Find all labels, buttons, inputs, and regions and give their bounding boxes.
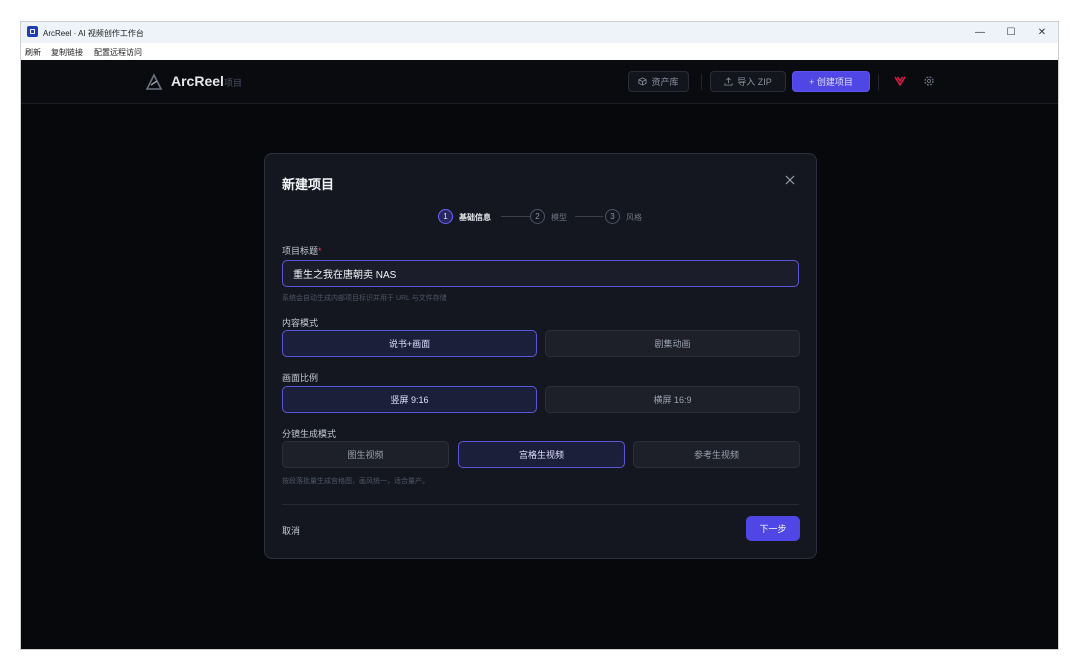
- import-zip-button[interactable]: 导入 ZIP: [710, 71, 786, 92]
- project-title-label: 项目标题*: [282, 246, 322, 256]
- step-connector: [575, 216, 603, 217]
- required-mark: *: [318, 246, 322, 256]
- menu-item-remote-access[interactable]: 配置远程访问: [94, 47, 142, 58]
- close-icon[interactable]: [784, 174, 796, 186]
- dialog-title: 新建项目: [282, 177, 335, 192]
- footer-divider: [282, 504, 799, 505]
- app-logo-icon: [27, 26, 38, 37]
- app-header: ArcReel 项目 资产库 导入 ZIP + 创建项目: [21, 60, 1058, 104]
- create-project-label: + 创建项目: [809, 77, 853, 87]
- new-project-dialog: 新建项目 1 基础信息 2 模型 3 风格 项目标题* 重生之我在唐朝卖 NAS…: [264, 153, 817, 559]
- project-title-input[interactable]: 重生之我在唐朝卖 NAS: [282, 260, 799, 287]
- storyboard-mode-label: 分镜生成模式: [282, 429, 337, 439]
- brand-subtitle: 项目: [224, 78, 243, 88]
- toolbar-divider: [878, 74, 879, 90]
- cube-icon: [638, 77, 647, 86]
- content-mode-label: 内容模式: [282, 318, 319, 328]
- menu-item-copy-link[interactable]: 复制链接: [51, 47, 83, 58]
- minimize-button[interactable]: —: [964, 22, 996, 43]
- step-3-label: 风格: [626, 213, 642, 222]
- step-1-label: 基础信息: [459, 213, 491, 222]
- toolbar-divider: [701, 74, 702, 90]
- step-3-number: 3: [605, 209, 620, 224]
- project-title-hint: 系统会自动生成内部项目标识并用于 URL 与文件存储: [282, 295, 447, 302]
- logo-mark-icon[interactable]: [893, 74, 907, 88]
- menubar: 刷新 复制链接 配置远程访问: [21, 43, 1058, 60]
- aspect-ratio-label: 画面比例: [282, 373, 319, 383]
- aspect-ratio-option-portrait[interactable]: 竖屏 9:16: [282, 386, 537, 413]
- content-mode-option-series[interactable]: 剧集动画: [545, 330, 800, 357]
- next-button[interactable]: 下一步: [746, 516, 800, 541]
- close-window-button[interactable]: ✕: [1026, 22, 1058, 43]
- create-project-button[interactable]: + 创建项目: [792, 71, 870, 92]
- storyboard-mode-hint: 按段落批量生成宫格图，画风统一，适合量产。: [282, 478, 429, 485]
- maximize-button[interactable]: ☐: [995, 22, 1027, 43]
- menu-item-refresh[interactable]: 刷新: [25, 47, 41, 58]
- asset-library-button[interactable]: 资产库: [628, 71, 689, 92]
- storyboard-option-image-to-video[interactable]: 图生视频: [282, 441, 449, 468]
- content-mode-option-narration[interactable]: 说书+画面: [282, 330, 537, 357]
- app-root: ArcReel 项目 资产库 导入 ZIP + 创建项目 新建项目 1 基础信息…: [21, 60, 1058, 649]
- stepper: 1 基础信息 2 模型 3 风格: [265, 209, 816, 227]
- asset-library-label: 资产库: [651, 77, 679, 87]
- aspect-ratio-option-landscape[interactable]: 横屏 16:9: [545, 386, 800, 413]
- step-1-number: 1: [438, 209, 453, 224]
- storyboard-option-reference-to-video[interactable]: 参考生视频: [633, 441, 800, 468]
- step-connector: [501, 216, 531, 217]
- gear-icon[interactable]: [922, 74, 936, 88]
- window-title: ArcReel · AI 视频创作工作台: [43, 29, 144, 38]
- upload-icon: [724, 77, 733, 86]
- arcreel-logo-icon: [145, 73, 163, 90]
- step-2-label: 模型: [551, 213, 567, 222]
- cancel-button[interactable]: 取消: [282, 524, 300, 537]
- import-zip-label: 导入 ZIP: [737, 77, 772, 87]
- step-2-number: 2: [530, 209, 545, 224]
- window-titlebar[interactable]: ArcReel · AI 视频创作工作台 — ☐ ✕: [21, 22, 1058, 43]
- storyboard-option-grid-to-video[interactable]: 宫格生视频: [458, 441, 625, 468]
- app-window: ArcReel · AI 视频创作工作台 — ☐ ✕ 刷新 复制链接 配置远程访…: [20, 21, 1059, 650]
- brand-name[interactable]: ArcReel: [171, 73, 224, 89]
